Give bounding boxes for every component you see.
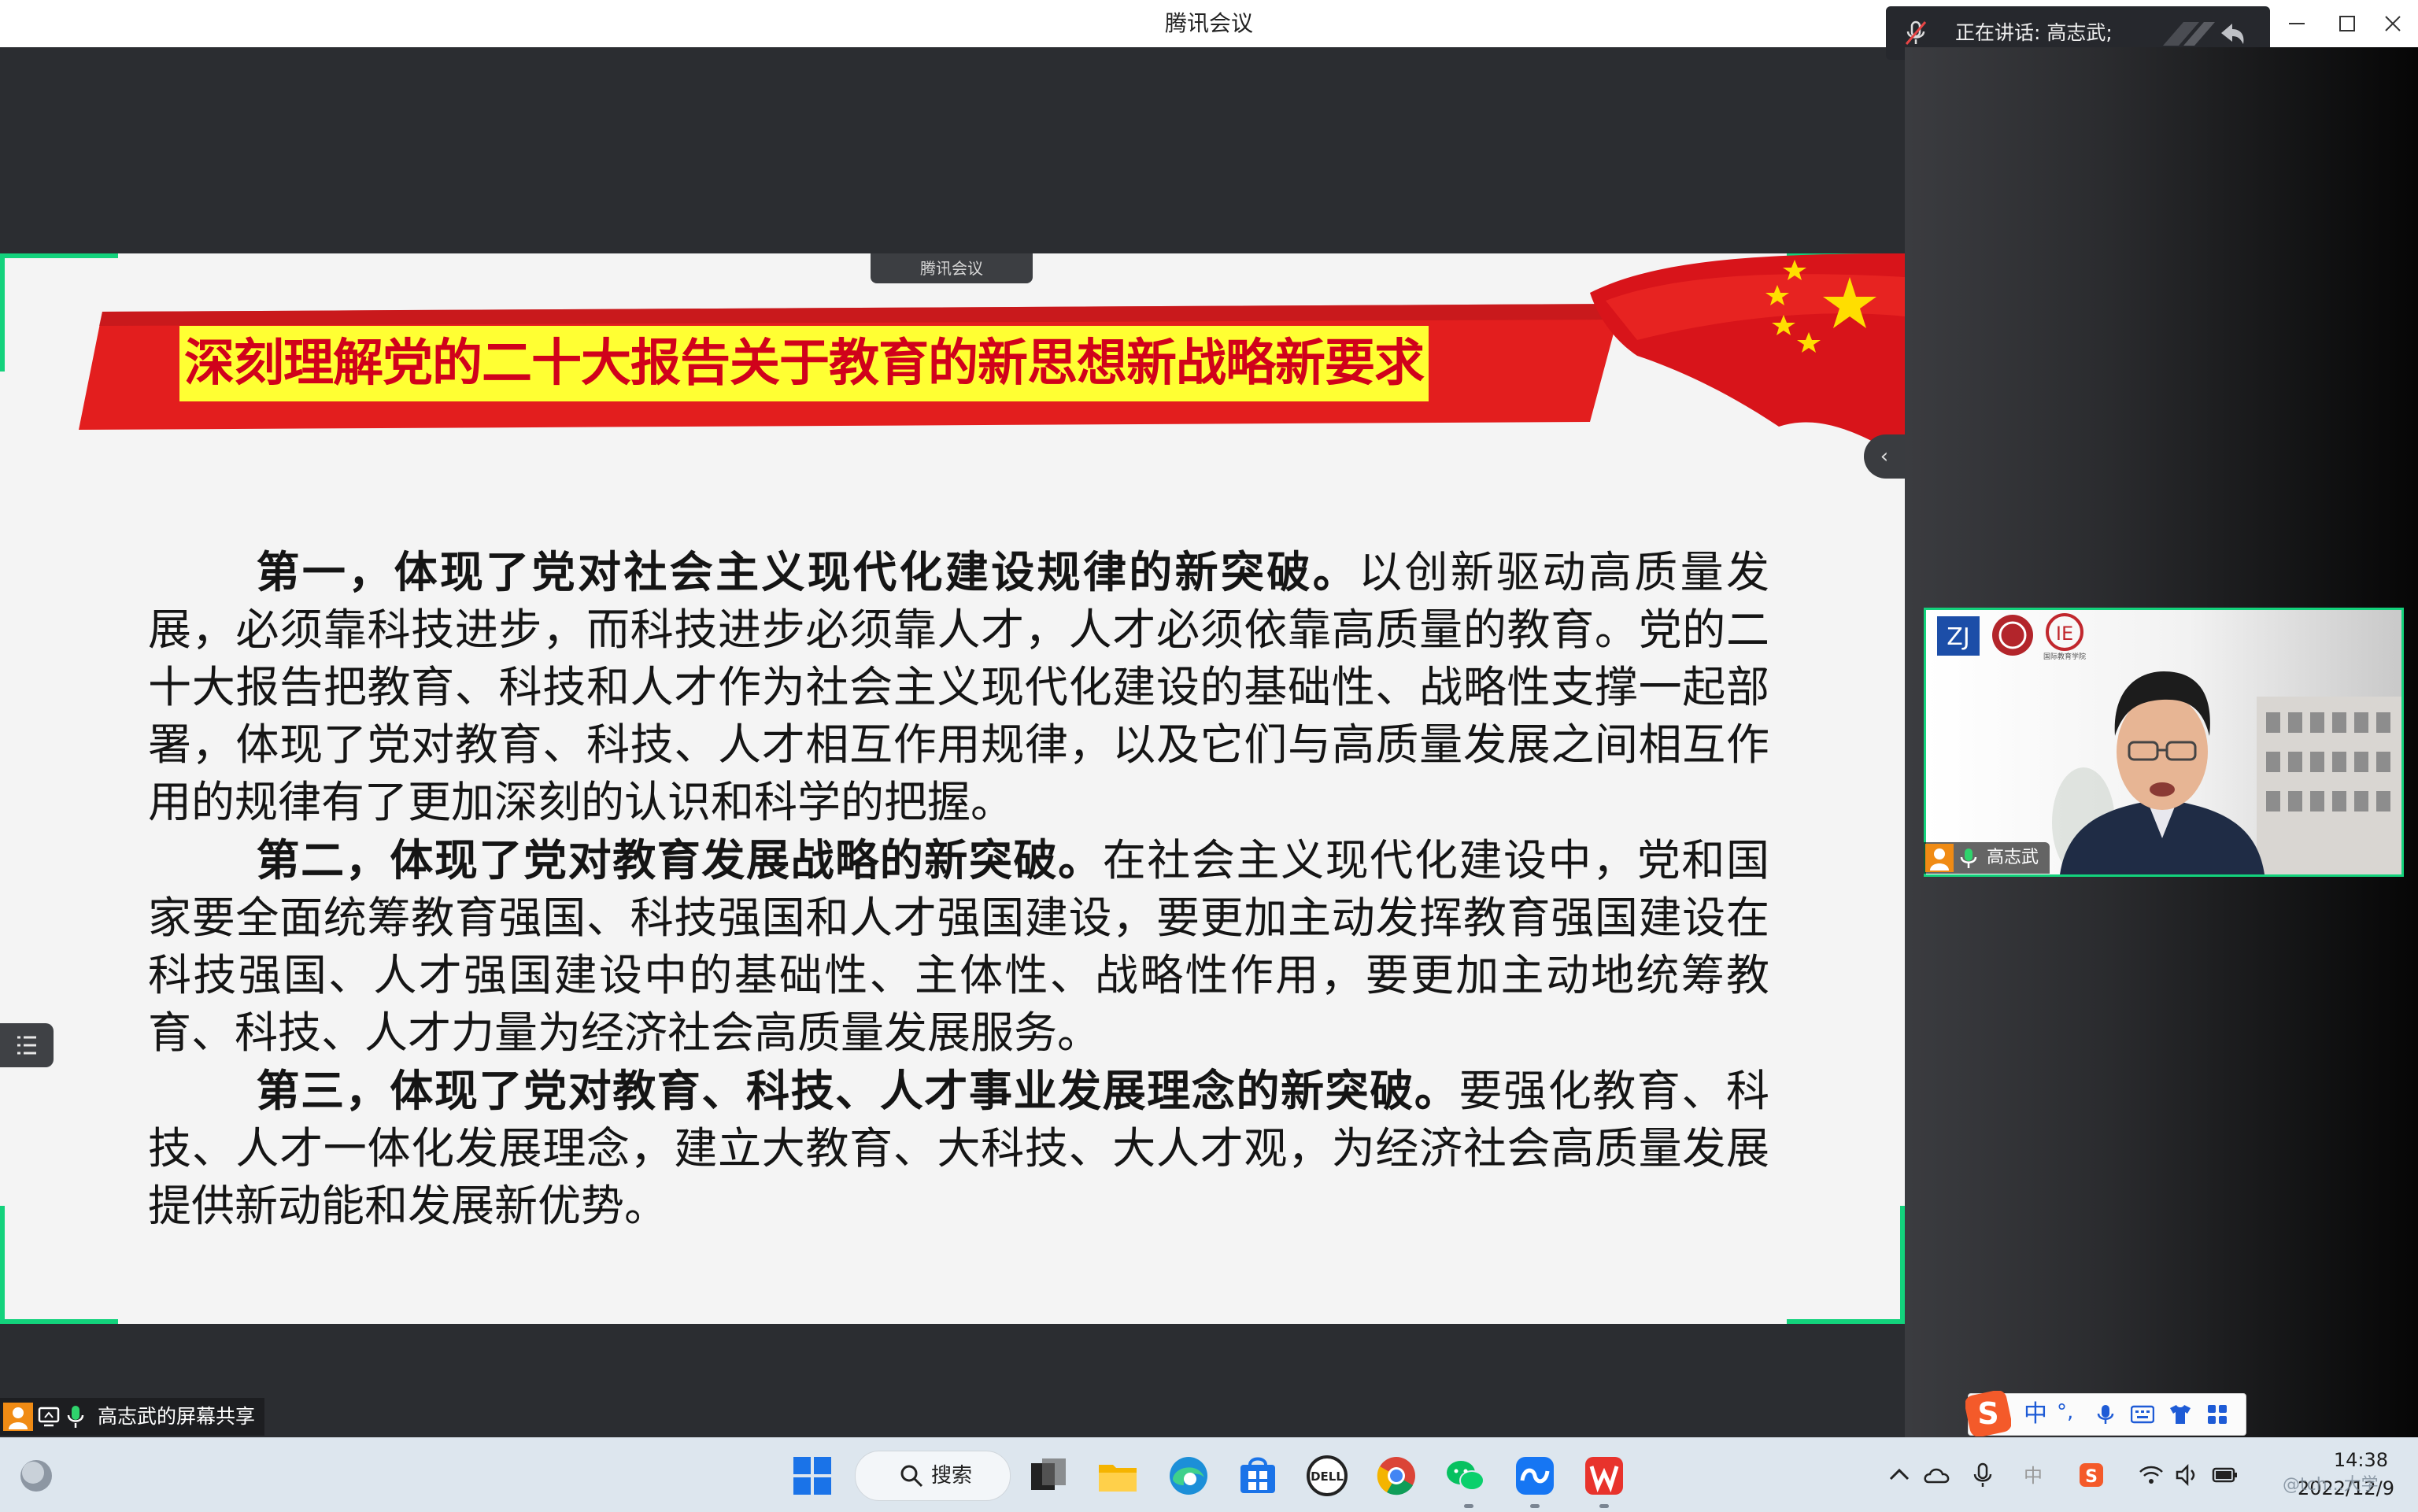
slide-body: 第一，体现了党对社会主义现代化建设规律的新突破。以创新驱动高质量发展，必须靠科技…: [148, 543, 1769, 1235]
paragraph-lead: 第三，体现了党对教育、科技、人才事业发展理念的新突破。: [256, 1065, 1459, 1116]
return-icon[interactable]: [2221, 24, 2244, 44]
onedrive-icon[interactable]: [1924, 1462, 1950, 1488]
svg-text:中: 中: [2024, 1465, 2043, 1487]
tencent-meeting-icon[interactable]: [1513, 1454, 1557, 1498]
screen-share-owner: 高志武的屏幕共享: [98, 1405, 256, 1428]
share-frame-corner: [0, 1206, 5, 1324]
share-tag-label: 腾讯会议: [920, 259, 983, 278]
taskbar: 搜索 DELL 中 S 14:38 2022/12/9: [0, 1437, 2418, 1512]
chevron-up-icon[interactable]: [1886, 1462, 1913, 1488]
file-explorer-icon[interactable]: [1096, 1454, 1140, 1498]
close-icon: [2385, 16, 2401, 31]
search-icon: [900, 1465, 923, 1488]
participant-video-frame: ZJ IE 国际教育学院: [1926, 610, 2401, 874]
user-icon: [3, 1403, 33, 1431]
svg-text:S: S: [1977, 1396, 1998, 1431]
chevron-left-icon: ‹: [1880, 445, 1889, 468]
running-indicator: [1530, 1504, 1540, 1508]
share-frame-corner: [0, 253, 118, 258]
paragraph-lead: 第二，体现了党对教育发展战略的新突破。: [256, 834, 1103, 885]
mic-icon: [67, 1406, 84, 1428]
volume-icon[interactable]: [2174, 1462, 2201, 1488]
screen-share-label: 高志武的屏幕共享: [0, 1398, 265, 1436]
list-icon: [17, 1036, 36, 1055]
screen-share-icon: [38, 1407, 60, 1427]
svg-text:ZJ: ZJ: [1947, 623, 1969, 651]
running-indicator: [1599, 1504, 1609, 1508]
minimize-button[interactable]: [2268, 0, 2325, 47]
weather-widget-icon[interactable]: [14, 1454, 58, 1498]
battery-icon[interactable]: [2212, 1462, 2239, 1488]
store-icon[interactable]: [1236, 1454, 1280, 1498]
svg-text:DELL: DELL: [1311, 1469, 1344, 1484]
collapse-panel-button[interactable]: ‹: [1864, 434, 1905, 479]
presentation-slide: 深刻理解党的二十大报告关于教育的新思想新战略新要求 腾讯会议 ‹ 第一，体现了党…: [0, 253, 1905, 1324]
chinese-flag-image: [1590, 253, 1905, 458]
share-frame-corner: [0, 1319, 118, 1324]
paragraph-lead: 第一，体现了党对社会主义现代化建设规律的新突破。: [256, 546, 1359, 597]
wps-icon[interactable]: [1582, 1454, 1626, 1498]
slide-paragraph: 第三，体现了党对教育、科技、人才事业发展理念的新突破。要强化教育、科技、人才一体…: [148, 1062, 1769, 1235]
participant-name-tag: 高志武: [1924, 842, 2050, 874]
slide-paragraph: 第二，体现了党对教育发展战略的新突破。在社会主义现代化建设中，党和国家要全面统筹…: [148, 831, 1769, 1062]
logo-caption: 国际教育学院: [2043, 652, 2086, 661]
meeting-share-tag[interactable]: 腾讯会议: [871, 253, 1033, 283]
participant-name: 高志武: [1987, 848, 2039, 867]
list-toggle-button[interactable]: [0, 1023, 54, 1067]
wechat-icon[interactable]: [1444, 1454, 1488, 1498]
svg-text:IE: IE: [2056, 623, 2073, 645]
minimize-icon: [2289, 23, 2305, 24]
edge-icon[interactable]: [1166, 1454, 1211, 1498]
muted-mic-icon: [1905, 20, 1927, 45]
share-frame-corner: [1787, 1319, 1905, 1324]
mic-icon: [1960, 848, 1977, 868]
watermark-text: @tch...大学: [2283, 1475, 2379, 1495]
close-button[interactable]: [2364, 0, 2418, 47]
slide-title: 深刻理解党的二十大报告关于教育的新思想新战略新要求: [179, 326, 1429, 401]
ime-indicator-icon[interactable]: 中: [2020, 1462, 2046, 1488]
skin-icon[interactable]: [2168, 1403, 2192, 1425]
signal-icon[interactable]: [2160, 17, 2246, 49]
ime-toolbar[interactable]: S 中 °,: [1965, 1391, 2246, 1436]
chrome-icon[interactable]: [1374, 1454, 1418, 1498]
participant-video[interactable]: ZJ IE 国际教育学院: [1924, 608, 2404, 877]
svg-text:S: S: [2085, 1467, 2098, 1487]
voice-input-icon[interactable]: [2094, 1403, 2117, 1425]
shared-screen-stage: 深刻理解党的二十大报告关于教育的新思想新战略新要求 腾讯会议 ‹ 第一，体现了党…: [0, 47, 1905, 1437]
ime-mode[interactable]: 中: [2024, 1394, 2047, 1435]
clock-time[interactable]: 14:38: [2294, 1447, 2388, 1473]
toolbox-icon[interactable]: [2206, 1403, 2228, 1425]
task-view-icon[interactable]: [1026, 1454, 1070, 1498]
sogou-ime-icon[interactable]: S: [1965, 1391, 2011, 1436]
share-frame-corner: [0, 253, 5, 372]
running-indicator: [1464, 1504, 1473, 1508]
taskbar-search[interactable]: 搜索: [855, 1451, 1011, 1501]
wifi-icon[interactable]: [2138, 1462, 2165, 1488]
microphone-icon[interactable]: [1969, 1462, 1996, 1488]
ime-punctuation[interactable]: °,: [2057, 1394, 2073, 1430]
maximize-icon: [2339, 16, 2355, 31]
sogou-tray-icon[interactable]: S: [2078, 1462, 2105, 1488]
search-label: 搜索: [931, 1464, 973, 1488]
slide-paragraph: 第一，体现了党对社会主义现代化建设规律的新突破。以创新驱动高质量发展，必须靠科技…: [148, 543, 1769, 831]
keyboard-icon[interactable]: [2131, 1403, 2154, 1425]
windows-start-icon[interactable]: [790, 1454, 834, 1498]
dell-icon[interactable]: DELL: [1305, 1454, 1349, 1498]
user-icon: [1925, 844, 1954, 872]
